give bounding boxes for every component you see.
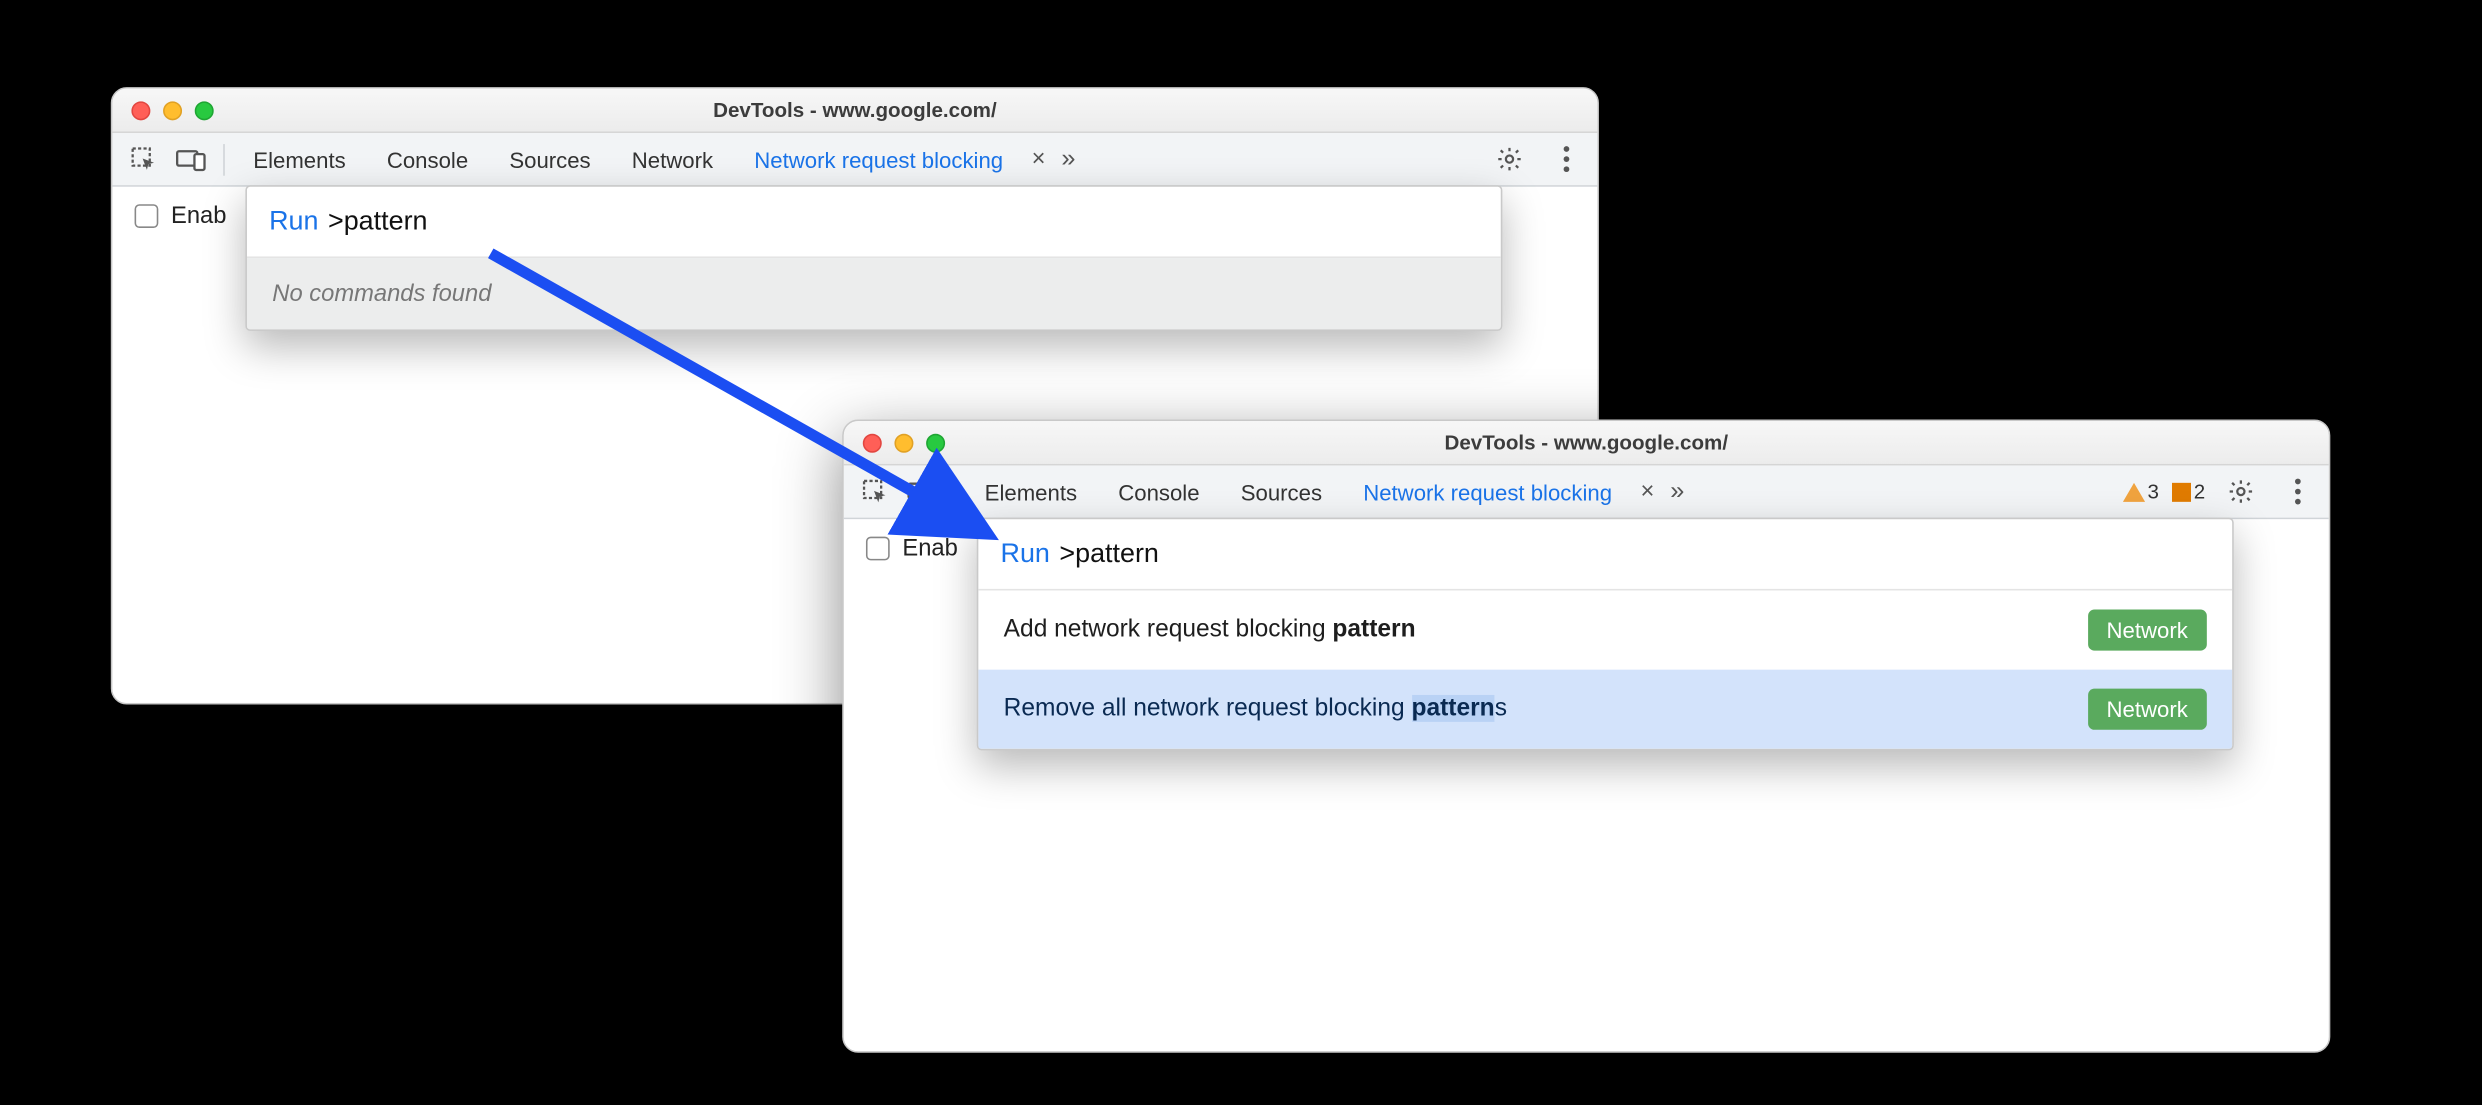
settings-icon[interactable] [2218,469,2262,513]
settings-icon[interactable] [1487,137,1531,181]
tab-sources[interactable]: Sources [490,137,609,181]
enable-blocking-checkbox[interactable] [135,204,159,228]
more-tabs-icon[interactable]: » [1055,145,1082,173]
cmd-item-category-badge: Network [2088,609,2207,650]
tab-network[interactable]: Network [613,137,732,181]
close-window-icon[interactable] [863,433,882,452]
cmd-item-match: pattern [1412,695,1495,722]
minimize-window-icon[interactable] [163,101,182,120]
issues-badge[interactable]: 2 [2172,480,2206,504]
devtools-toolbar: Elements Console Sources Network Network… [112,133,1597,187]
titlebar[interactable]: DevTools - www.google.com/ [112,89,1597,133]
close-tab-icon[interactable]: × [1634,480,1661,504]
tab-sources[interactable]: Sources [1222,469,1341,513]
devtools-window-after: DevTools - www.google.com/ Elements Cons… [842,420,2330,1053]
minimize-window-icon[interactable] [894,433,913,452]
cmd-item-match: pattern [1332,616,1415,643]
window-title: DevTools - www.google.com/ [844,431,2329,455]
command-menu-input[interactable]: Run >pattern [247,187,1501,258]
command-menu-query: >pattern [328,206,428,238]
kebab-menu-icon[interactable] [1544,137,1588,181]
toolbar-separator [223,143,225,175]
command-menu-item-selected[interactable]: Remove all network request blocking patt… [978,670,2232,749]
window-title: DevTools - www.google.com/ [112,98,1597,122]
issue-icon [2172,482,2191,501]
cmd-item-category-badge: Network [2088,689,2207,730]
issues-count: 2 [2194,480,2205,504]
zoom-window-icon[interactable] [926,433,945,452]
panel-content: Enab Run >pattern Add network request bl… [844,519,2329,1051]
command-menu-run-label: Run [269,206,318,238]
close-window-icon[interactable] [131,101,150,120]
cmd-item-prefix: Remove all network request blocking [1004,695,1412,722]
enable-blocking-label: Enab [171,203,226,230]
tab-elements[interactable]: Elements [234,137,364,181]
command-menu: Run >pattern Add network request blockin… [977,518,2234,751]
command-menu-query: >pattern [1059,538,1159,570]
warnings-count: 3 [2148,480,2159,504]
tab-network-request-blocking[interactable]: Network request blocking [1344,469,1631,513]
tab-network-request-blocking[interactable]: Network request blocking [735,137,1022,181]
zoom-window-icon[interactable] [195,101,214,120]
toolbar-separator [955,476,957,508]
enable-blocking-label: Enab [902,535,957,562]
close-tab-icon[interactable]: × [1025,147,1052,171]
warnings-badge[interactable]: 3 [2122,480,2159,504]
tab-console[interactable]: Console [1099,469,1218,513]
command-menu-run-label: Run [1001,538,1050,570]
command-menu-input[interactable]: Run >pattern [978,519,2232,590]
command-menu-item[interactable]: Add network request blocking pattern Net… [978,590,2232,669]
devtools-toolbar: Elements Console Sources Network request… [844,465,2329,519]
device-toolbar-icon[interactable] [901,469,945,513]
warning-icon [2122,482,2144,501]
more-tabs-icon[interactable]: » [1664,477,1691,505]
window-controls [112,101,213,120]
cmd-item-prefix: Add network request blocking [1004,616,1333,643]
inspect-element-icon[interactable] [853,469,897,513]
tab-elements[interactable]: Elements [966,469,1096,513]
tab-console[interactable]: Console [368,137,487,181]
device-toolbar-icon[interactable] [169,137,213,181]
command-menu: Run >pattern No commands found [245,185,1502,331]
inspect-element-icon[interactable] [122,137,166,181]
cmd-item-suffix: s [1495,695,1507,722]
kebab-menu-icon[interactable] [2275,469,2319,513]
enable-blocking-checkbox[interactable] [866,537,890,561]
command-menu-empty: No commands found [247,258,1501,329]
window-controls [844,433,945,452]
titlebar[interactable]: DevTools - www.google.com/ [844,421,2329,465]
